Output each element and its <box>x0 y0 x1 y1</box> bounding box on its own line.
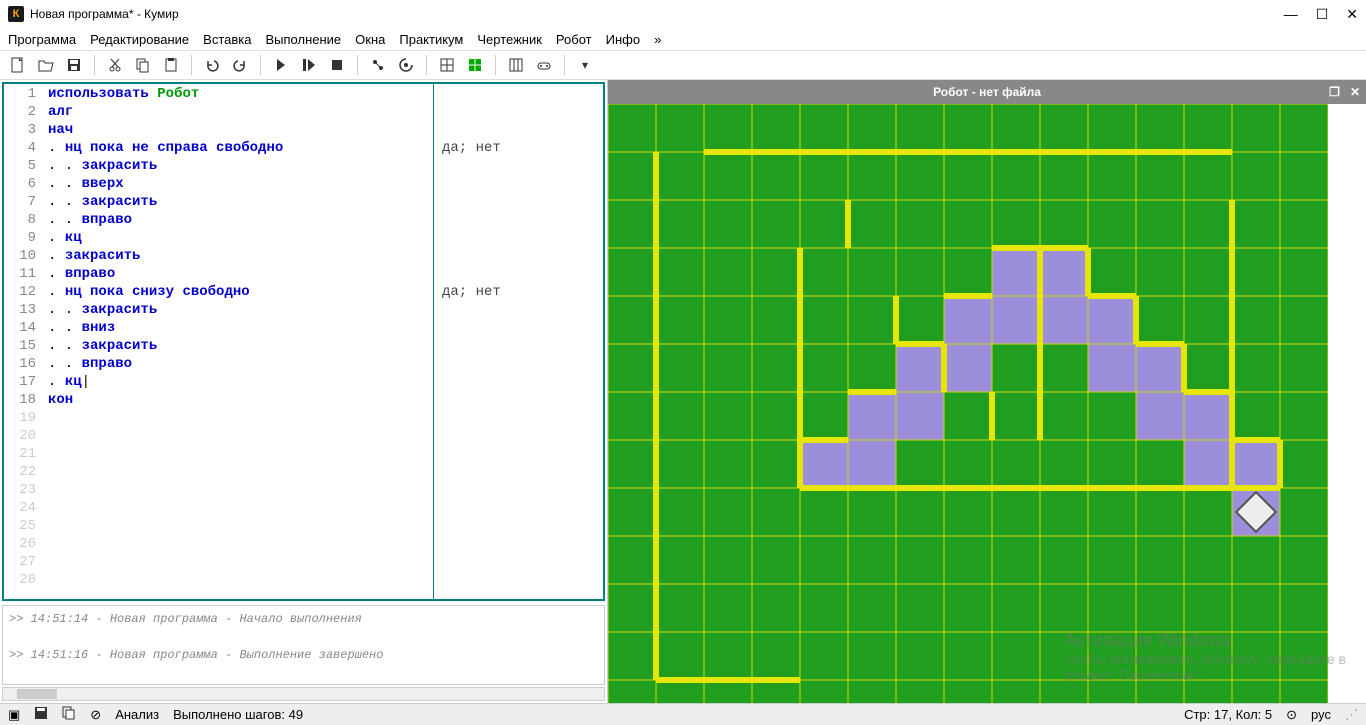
output-console[interactable]: >> 14:51:14 - Новая программа - Начало в… <box>2 605 605 685</box>
robot-field[interactable]: Активация Windows Чтобы активировать Win… <box>608 104 1366 703</box>
grid-a-button[interactable] <box>435 53 459 77</box>
dropdown-button[interactable]: ▾ <box>573 53 597 77</box>
panel-close-icon[interactable]: ✕ <box>1350 85 1360 99</box>
toolbar: ▾ <box>0 50 1366 80</box>
save-file-button[interactable] <box>62 53 86 77</box>
new-file-button[interactable] <box>6 53 30 77</box>
statusbar: ▣ ⊘ Анализ Выполнено шагов: 49 Стр: 17, … <box>0 703 1366 725</box>
status-icon-console[interactable]: ▣ <box>8 707 20 723</box>
run-button[interactable] <box>269 53 293 77</box>
menu-item[interactable]: Программа <box>8 32 76 47</box>
stop-button[interactable] <box>325 53 349 77</box>
menu-item[interactable]: Инфо <box>606 32 640 47</box>
close-button[interactable]: ✕ <box>1346 6 1358 23</box>
app-icon: К <box>8 6 24 22</box>
menubar: Программа Редактирование Вставка Выполнение… <box>0 28 1366 50</box>
cut-button[interactable] <box>103 53 127 77</box>
menu-item[interactable]: Практикум <box>399 32 463 47</box>
code-editor[interactable]: 1234567891011121314151617181920212223242… <box>2 82 605 601</box>
menu-item[interactable]: Редактирование <box>90 32 189 47</box>
horizontal-scrollbar[interactable] <box>2 687 605 701</box>
margin-column: да; нетда; нет <box>433 84 603 599</box>
open-file-button[interactable] <box>34 53 58 77</box>
menu-item[interactable]: Чертежник <box>477 32 542 47</box>
status-cursor: Стр: 17, Кол: 5 <box>1184 707 1272 722</box>
copy-button[interactable] <box>131 53 155 77</box>
minimize-button[interactable]: — <box>1284 6 1298 23</box>
status-resize-grip[interactable]: ⋰ <box>1345 707 1358 723</box>
step-button[interactable] <box>297 53 321 77</box>
status-steps: Выполнено шагов: 49 <box>173 707 303 722</box>
right-pane: Робот - нет файла ❐ ✕ Активация Windows … <box>608 80 1366 703</box>
status-lang: рус <box>1311 707 1331 722</box>
robot-panel-title: Робот - нет файла <box>933 85 1041 99</box>
menu-item[interactable]: Выполнение <box>265 32 341 47</box>
grid-c-button[interactable] <box>504 53 528 77</box>
menu-item[interactable]: Окна <box>355 32 385 47</box>
status-lang-icon[interactable]: ⊙ <box>1286 707 1297 723</box>
left-pane: 1234567891011121314151617181920212223242… <box>0 80 608 703</box>
menu-item[interactable]: Робот <box>556 32 592 47</box>
status-icon-save[interactable] <box>34 706 48 723</box>
window-title: Новая программа* - Кумир <box>30 7 1284 21</box>
tool-a-button[interactable] <box>366 53 390 77</box>
main-area: 1234567891011121314151617181920212223242… <box>0 80 1366 703</box>
redo-button[interactable] <box>228 53 252 77</box>
gamepad-button[interactable] <box>532 53 556 77</box>
undo-button[interactable] <box>200 53 224 77</box>
panel-restore-icon[interactable]: ❐ <box>1329 85 1340 99</box>
maximize-button[interactable]: ☐ <box>1316 6 1329 23</box>
titlebar: К Новая программа* - Кумир — ☐ ✕ <box>0 0 1366 28</box>
status-icon-copy[interactable] <box>62 706 76 723</box>
status-icon-clear[interactable]: ⊘ <box>90 707 101 723</box>
menu-item[interactable]: Вставка <box>203 32 251 47</box>
menu-item[interactable]: » <box>654 32 661 47</box>
line-gutter: 1234567891011121314151617181920212223242… <box>4 84 40 599</box>
grid-b-button[interactable] <box>463 53 487 77</box>
code-area[interactable]: использовать Роботалгнач. нц пока не спр… <box>40 84 433 599</box>
paste-button[interactable] <box>159 53 183 77</box>
robot-panel-header: Робот - нет файла ❐ ✕ <box>608 80 1366 104</box>
tool-b-button[interactable] <box>394 53 418 77</box>
status-analysis: Анализ <box>115 707 159 722</box>
